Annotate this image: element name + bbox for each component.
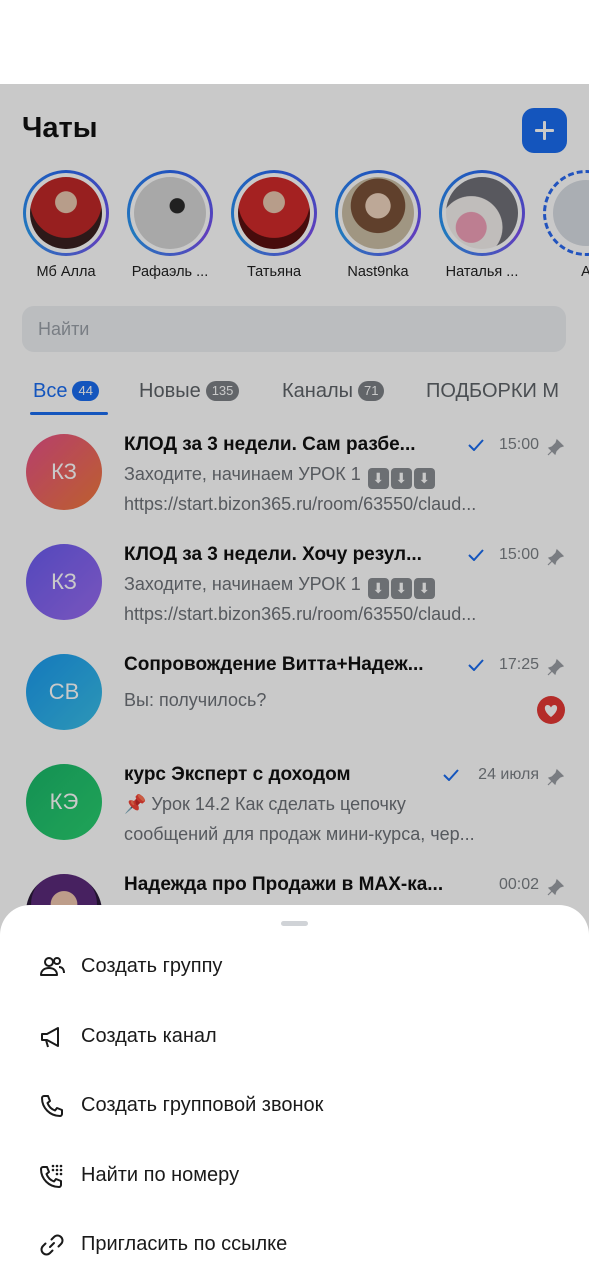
chat-list-item[interactable]: СВ Сопровождение Витта+Надеж... 17:25 Вы… (0, 654, 589, 764)
chat-list-item[interactable]: КЭ курс Эксперт с доходом 24 июля 📌 Урок… (0, 764, 589, 874)
sheet-handle[interactable] (281, 921, 308, 926)
search-placeholder: Найти (38, 319, 90, 339)
pin-icon (547, 658, 565, 676)
avatar: КЭ (26, 764, 102, 840)
read-check-icon (443, 769, 459, 781)
active-tab-indicator (30, 412, 108, 415)
chat-preview-line: сообщений для продаж мини-курса, чер... (124, 824, 475, 844)
megaphone-icon (41, 1027, 59, 1048)
avatar (238, 177, 310, 249)
group-icon (40, 957, 65, 976)
pin-icon (547, 768, 565, 786)
dialpad-phone-icon (40, 1164, 63, 1188)
page-title: Чаты (22, 112, 98, 144)
link-icon (40, 1234, 64, 1256)
chat-title: КЛОД за 3 недели. Хочу резул... (124, 544, 422, 565)
down-arrow-emoji: ⬇ (413, 468, 435, 489)
chat-title: курс Эксперт с доходом (124, 764, 351, 785)
chat-time: 15:00 (498, 436, 539, 453)
pin-icon (547, 548, 565, 566)
story-name: Рафаэль ... (131, 264, 209, 280)
avatar (446, 177, 518, 249)
tab-label: Новые (139, 380, 201, 402)
chat-preview-line: Вы: получилось? (124, 690, 267, 710)
tab-label: Каналы (282, 380, 353, 402)
chat-preview-line: https://start.bizon365.ru/room/63550/cla… (124, 604, 477, 624)
avatar (342, 177, 414, 249)
read-check-icon (468, 439, 484, 451)
stories-row: Мб Алла Рафаэль ... Татьяна Nast9nka Нат… (0, 170, 589, 290)
chat-time: 24 июля (478, 766, 539, 783)
down-arrow-emoji: ⬇ (367, 578, 389, 599)
chat-list-item[interactable]: КЗ КЛОД за 3 недели. Сам разбе... 15:00 … (0, 434, 589, 544)
tab-badge: 135 (205, 381, 240, 401)
story-ring (127, 170, 213, 256)
chat-title: Сопровождение Витта+Надеж... (124, 654, 424, 675)
invite-by-link-button[interactable]: Пригласить по ссылке (0, 1219, 589, 1275)
create-group-button[interactable]: Создать группу (0, 941, 589, 997)
chat-list-item[interactable]: КЗ КЛОД за 3 недели. Хочу резул... 15:00… (0, 544, 589, 654)
tab-channels[interactable]: Каналы 71 (282, 380, 385, 403)
story-ring (231, 170, 317, 256)
search-input[interactable]: Найти (22, 306, 566, 352)
story-ring (335, 170, 421, 256)
tab-badge: 71 (358, 381, 385, 401)
app-root: Чаты Мб Алла Рафаэль ... Татьяна Nast9nk… (0, 0, 589, 1280)
chat-preview-line: https://start.bizon365.ru/room/63550/cla… (124, 494, 477, 514)
story-name: Наталья ... (445, 264, 519, 280)
tab-collections[interactable]: ПОДБОРКИ М (426, 380, 559, 403)
chat-preview-line: Заходите, начинаем УРОК 1 ⬇ ⬇ ⬇ (124, 574, 554, 599)
story-name: Nast9nka (347, 264, 409, 280)
story-name: Татьяна (246, 264, 302, 280)
story-ring (23, 170, 109, 256)
avatar: СВ (26, 654, 102, 730)
chat-title: Надежда про Продажи в MAX-ка... (124, 874, 444, 895)
find-by-number-button[interactable]: Найти по номеру (0, 1150, 589, 1206)
tab-label: Все (33, 380, 68, 402)
menu-label: Найти по номеру (81, 1164, 240, 1186)
tab-all[interactable]: Все 44 (33, 380, 99, 403)
pin-icon (547, 878, 565, 896)
action-sheet: Создать группу Создать канал Создать гру… (0, 905, 589, 1280)
menu-label: Создать канал (81, 1025, 217, 1047)
create-group-call-button[interactable]: Создать групповой звонок (0, 1080, 589, 1136)
phone-icon (41, 1095, 63, 1117)
new-chat-button[interactable] (522, 108, 567, 153)
read-check-icon (468, 549, 484, 561)
create-channel-button[interactable]: Создать канал (0, 1011, 589, 1067)
story-name: Мб Алла (36, 264, 96, 280)
folder-tabs: Все 44 Новые 135 Каналы 71 ПОДБОРКИ М (0, 374, 589, 415)
tab-badge: 44 (72, 381, 99, 401)
heart-reaction-icon (537, 696, 565, 724)
avatar: КЗ (26, 544, 102, 620)
tab-new[interactable]: Новые 135 (139, 380, 240, 403)
down-arrow-emoji: ⬇ (413, 578, 435, 599)
chat-preview-line: Заходите, начинаем УРОК 1 ⬇ ⬇ ⬇ (124, 464, 554, 489)
tab-label: ПОДБОРКИ М (426, 380, 560, 402)
down-arrow-emoji: ⬇ (390, 468, 412, 489)
story-name: А (581, 264, 589, 280)
chat-preview-line: 📌 Урок 14.2 Как сделать цепочку (124, 794, 406, 814)
pin-icon (547, 438, 565, 456)
avatar (553, 180, 589, 246)
menu-label: Пригласить по ссылке (81, 1233, 288, 1255)
down-arrow-emoji: ⬇ (390, 578, 412, 599)
chat-time: 00:02 (498, 876, 539, 893)
avatar (30, 177, 102, 249)
story-ring (439, 170, 525, 256)
story-ring (543, 170, 589, 256)
chat-time: 17:25 (498, 656, 539, 673)
menu-label: Создать группу (81, 955, 223, 977)
down-arrow-emoji: ⬇ (367, 468, 389, 489)
menu-label: Создать групповой звонок (81, 1094, 324, 1116)
avatar: КЗ (26, 434, 102, 510)
avatar (134, 177, 206, 249)
chat-title: КЛОД за 3 недели. Сам разбе... (124, 434, 416, 455)
chat-time: 15:00 (498, 546, 539, 563)
read-check-icon (468, 659, 484, 671)
